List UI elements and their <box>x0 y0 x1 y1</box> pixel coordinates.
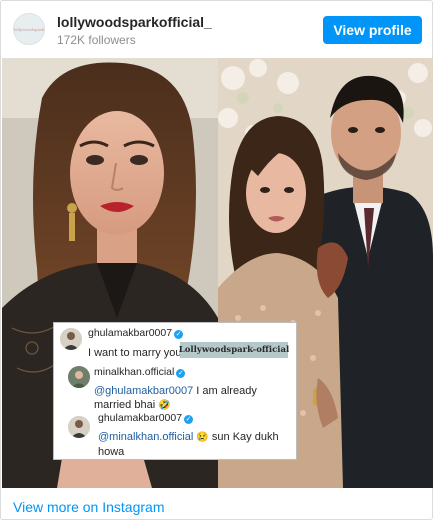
verified-badge-icon: ✓ <box>184 415 194 424</box>
user-avatar-icon <box>68 366 90 388</box>
reply-username: minalkhan.official ✓ <box>94 366 186 378</box>
mention-link: @minalkhan.official <box>98 431 194 443</box>
watermark-label: Lollywoodspark-official <box>179 342 289 358</box>
view-more-link[interactable]: View more on Instagram <box>13 499 164 515</box>
comment-username: ghulamakbar0007 ✓ <box>88 327 184 339</box>
comment-user-3: ghulamakbar0007 <box>98 412 183 424</box>
laughing-emoji-icon: 🤣 <box>158 400 171 411</box>
comment-text-1: I want to marry you <box>88 347 182 359</box>
mention-link: @ghulamakbar0007 <box>94 385 194 397</box>
comment-user-2: minalkhan.official <box>94 366 175 378</box>
profile-username[interactable]: lollywoodsparkofficial_ <box>57 14 212 30</box>
commenter-avatar <box>60 328 82 350</box>
reply-avatar <box>68 366 90 388</box>
user-avatar-icon <box>68 416 90 438</box>
post-media[interactable]: ghulamakbar0007 ✓ I want to marry you min… <box>2 58 433 488</box>
reply-username-2: ghulamakbar0007 ✓ <box>98 412 194 424</box>
instagram-embed-card: lollywoodspark lollywoodsparkofficial_ 1… <box>0 0 433 520</box>
avatar-logo-text: lollywoodspark <box>13 26 45 32</box>
follower-count: 172K followers <box>57 33 136 47</box>
verified-badge-icon: ✓ <box>174 330 184 339</box>
comment-text-3: @minalkhan.official 😢 sun Kay dukh howa <box>98 430 294 459</box>
comment-text-2: @ghulamakbar0007 I am already married bh… <box>94 384 294 413</box>
crying-emoji-icon: 😢 <box>196 432 209 443</box>
verified-badge-icon: ✓ <box>176 369 186 378</box>
post-header: lollywoodspark lollywoodsparkofficial_ 1… <box>1 1 433 58</box>
reply-avatar-2 <box>68 416 90 438</box>
profile-avatar[interactable]: lollywoodspark <box>13 13 45 45</box>
view-profile-button[interactable]: View profile <box>323 16 422 44</box>
comment-user-1: ghulamakbar0007 <box>88 327 173 339</box>
user-avatar-icon <box>60 328 82 350</box>
